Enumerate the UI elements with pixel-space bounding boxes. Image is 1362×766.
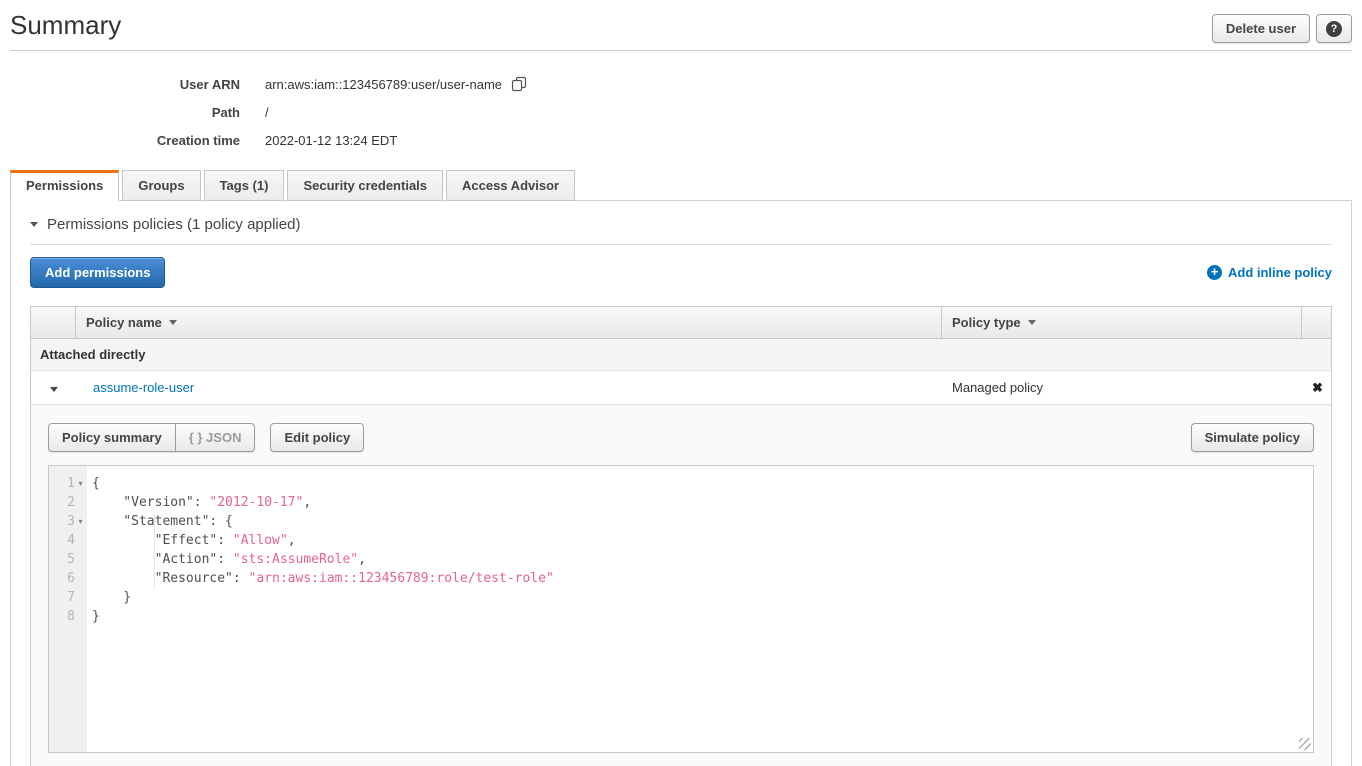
editor-code-line[interactable]: }	[92, 588, 1313, 607]
policy-name-header-label: Policy name	[86, 315, 162, 330]
path-row: Path /	[0, 98, 1362, 126]
tab-permissions[interactable]: Permissions	[10, 170, 119, 201]
editor-code-line[interactable]: "Version": "2012-10-17",	[92, 493, 1313, 512]
json-view-button[interactable]: { } JSON	[175, 423, 256, 452]
policy-name-column-header[interactable]: Policy name	[76, 307, 942, 338]
editor-line-number: 7	[49, 588, 87, 607]
user-arn-label: User ARN	[0, 77, 240, 92]
editor-code-line[interactable]: "Action": "sts:AssumeRole",	[92, 550, 1313, 569]
policy-detail-panel: Policy summary { } JSON Edit policy Simu…	[31, 405, 1331, 766]
creation-time-value: 2022-01-12 13:24 EDT	[265, 133, 397, 148]
editor-resize-handle[interactable]	[1299, 738, 1311, 750]
editor-code[interactable]: { "Version": "2012-10-17", "Statement": …	[87, 466, 1313, 752]
copy-arn-icon[interactable]	[511, 76, 527, 92]
fold-arrow-icon[interactable]: ▾	[75, 474, 86, 493]
indent-guide	[154, 514, 155, 590]
add-inline-policy-label: Add inline policy	[1228, 265, 1332, 280]
user-arn-value: arn:aws:iam::123456789:user/user-name	[265, 77, 502, 92]
policy-actions-row: Add permissions + Add inline policy	[30, 257, 1332, 288]
delete-user-button[interactable]: Delete user	[1212, 14, 1310, 43]
remove-policy-icon[interactable]: ✖	[1312, 380, 1323, 395]
creation-time-row: Creation time 2022-01-12 13:24 EDT	[0, 126, 1362, 154]
editor-line-number: 8	[49, 607, 87, 626]
creation-time-label: Creation time	[0, 133, 240, 148]
row-expand-caret-icon[interactable]	[50, 387, 58, 392]
fold-arrow-icon[interactable]: ▾	[75, 512, 86, 531]
editor-line-number: 1▾	[49, 474, 87, 493]
help-icon: ?	[1326, 21, 1342, 37]
policy-group-row: Attached directly	[31, 339, 1331, 371]
page-header: Summary Delete user ?	[0, 0, 1362, 43]
policy-view-button-group: Policy summary { } JSON	[48, 423, 255, 452]
tab-bar: Permissions Groups Tags (1) Security cre…	[10, 170, 1352, 201]
help-button[interactable]: ?	[1316, 14, 1352, 43]
user-details-section: User ARN arn:aws:iam::123456789:user/use…	[0, 51, 1362, 170]
user-arn-row: User ARN arn:aws:iam::123456789:user/use…	[0, 70, 1362, 98]
json-editor[interactable]: 1▾2 3▾4 5 6 7 8 { "Version": "2012-10-17…	[48, 465, 1314, 753]
sort-arrow-icon[interactable]	[169, 320, 177, 325]
editor-line-number: 4	[49, 531, 87, 550]
group-row-label: Attached directly	[40, 347, 145, 362]
tab-tags[interactable]: Tags (1)	[204, 170, 285, 201]
tab-security-credentials[interactable]: Security credentials	[287, 170, 443, 201]
iam-user-summary-page: Summary Delete user ? User ARN arn:aws:i…	[0, 0, 1362, 766]
editor-code-line[interactable]: }	[92, 607, 1313, 626]
editor-line-number: 3▾	[49, 512, 87, 531]
add-permissions-button[interactable]: Add permissions	[30, 257, 165, 288]
policy-type-header-label: Policy type	[952, 315, 1021, 330]
page-title: Summary	[10, 8, 121, 42]
editor-code-line[interactable]: "Effect": "Allow",	[92, 531, 1313, 550]
expand-column-header	[31, 307, 76, 338]
editor-code-line[interactable]: "Statement": {	[92, 512, 1313, 531]
permissions-policies-section-header[interactable]: Permissions policies (1 policy applied)	[30, 216, 1332, 233]
policy-detail-toolbar: Policy summary { } JSON Edit policy Simu…	[48, 423, 1314, 452]
editor-code-line[interactable]: {	[92, 474, 1313, 493]
editor-gutter: 1▾2 3▾4 5 6 7 8	[49, 466, 87, 752]
permissions-policies-title: Permissions policies (1 policy applied)	[47, 216, 300, 233]
simulate-policy-button[interactable]: Simulate policy	[1191, 423, 1314, 452]
tab-groups[interactable]: Groups	[122, 170, 200, 201]
policy-row: assume-role-user Managed policy ✖	[31, 371, 1331, 405]
collapse-caret-icon	[30, 222, 38, 227]
policy-type-value: Managed policy	[942, 371, 1302, 404]
tab-content-panel: Permissions policies (1 policy applied) …	[10, 200, 1352, 766]
tab-access-advisor[interactable]: Access Advisor	[446, 170, 575, 201]
policy-table: Policy name Policy type Attached directl…	[30, 306, 1332, 766]
policy-summary-button[interactable]: Policy summary	[48, 423, 176, 452]
section-divider	[30, 244, 1332, 245]
header-actions: Delete user ?	[1212, 14, 1352, 43]
plus-circle-icon: +	[1207, 265, 1222, 280]
path-label: Path	[0, 105, 240, 120]
policy-table-header: Policy name Policy type	[31, 307, 1331, 339]
path-value: /	[265, 105, 269, 120]
policy-type-column-header[interactable]: Policy type	[942, 307, 1302, 338]
editor-line-number: 2	[49, 493, 87, 512]
policy-name-link[interactable]: assume-role-user	[93, 380, 194, 395]
editor-line-number: 6	[49, 569, 87, 588]
editor-code-line[interactable]: "Resource": "arn:aws:iam::123456789:role…	[92, 569, 1313, 588]
add-inline-policy-link[interactable]: + Add inline policy	[1207, 265, 1332, 280]
sort-arrow-icon[interactable]	[1028, 320, 1036, 325]
editor-line-number: 5	[49, 550, 87, 569]
actions-column-header	[1302, 307, 1331, 338]
edit-policy-button[interactable]: Edit policy	[270, 423, 364, 452]
